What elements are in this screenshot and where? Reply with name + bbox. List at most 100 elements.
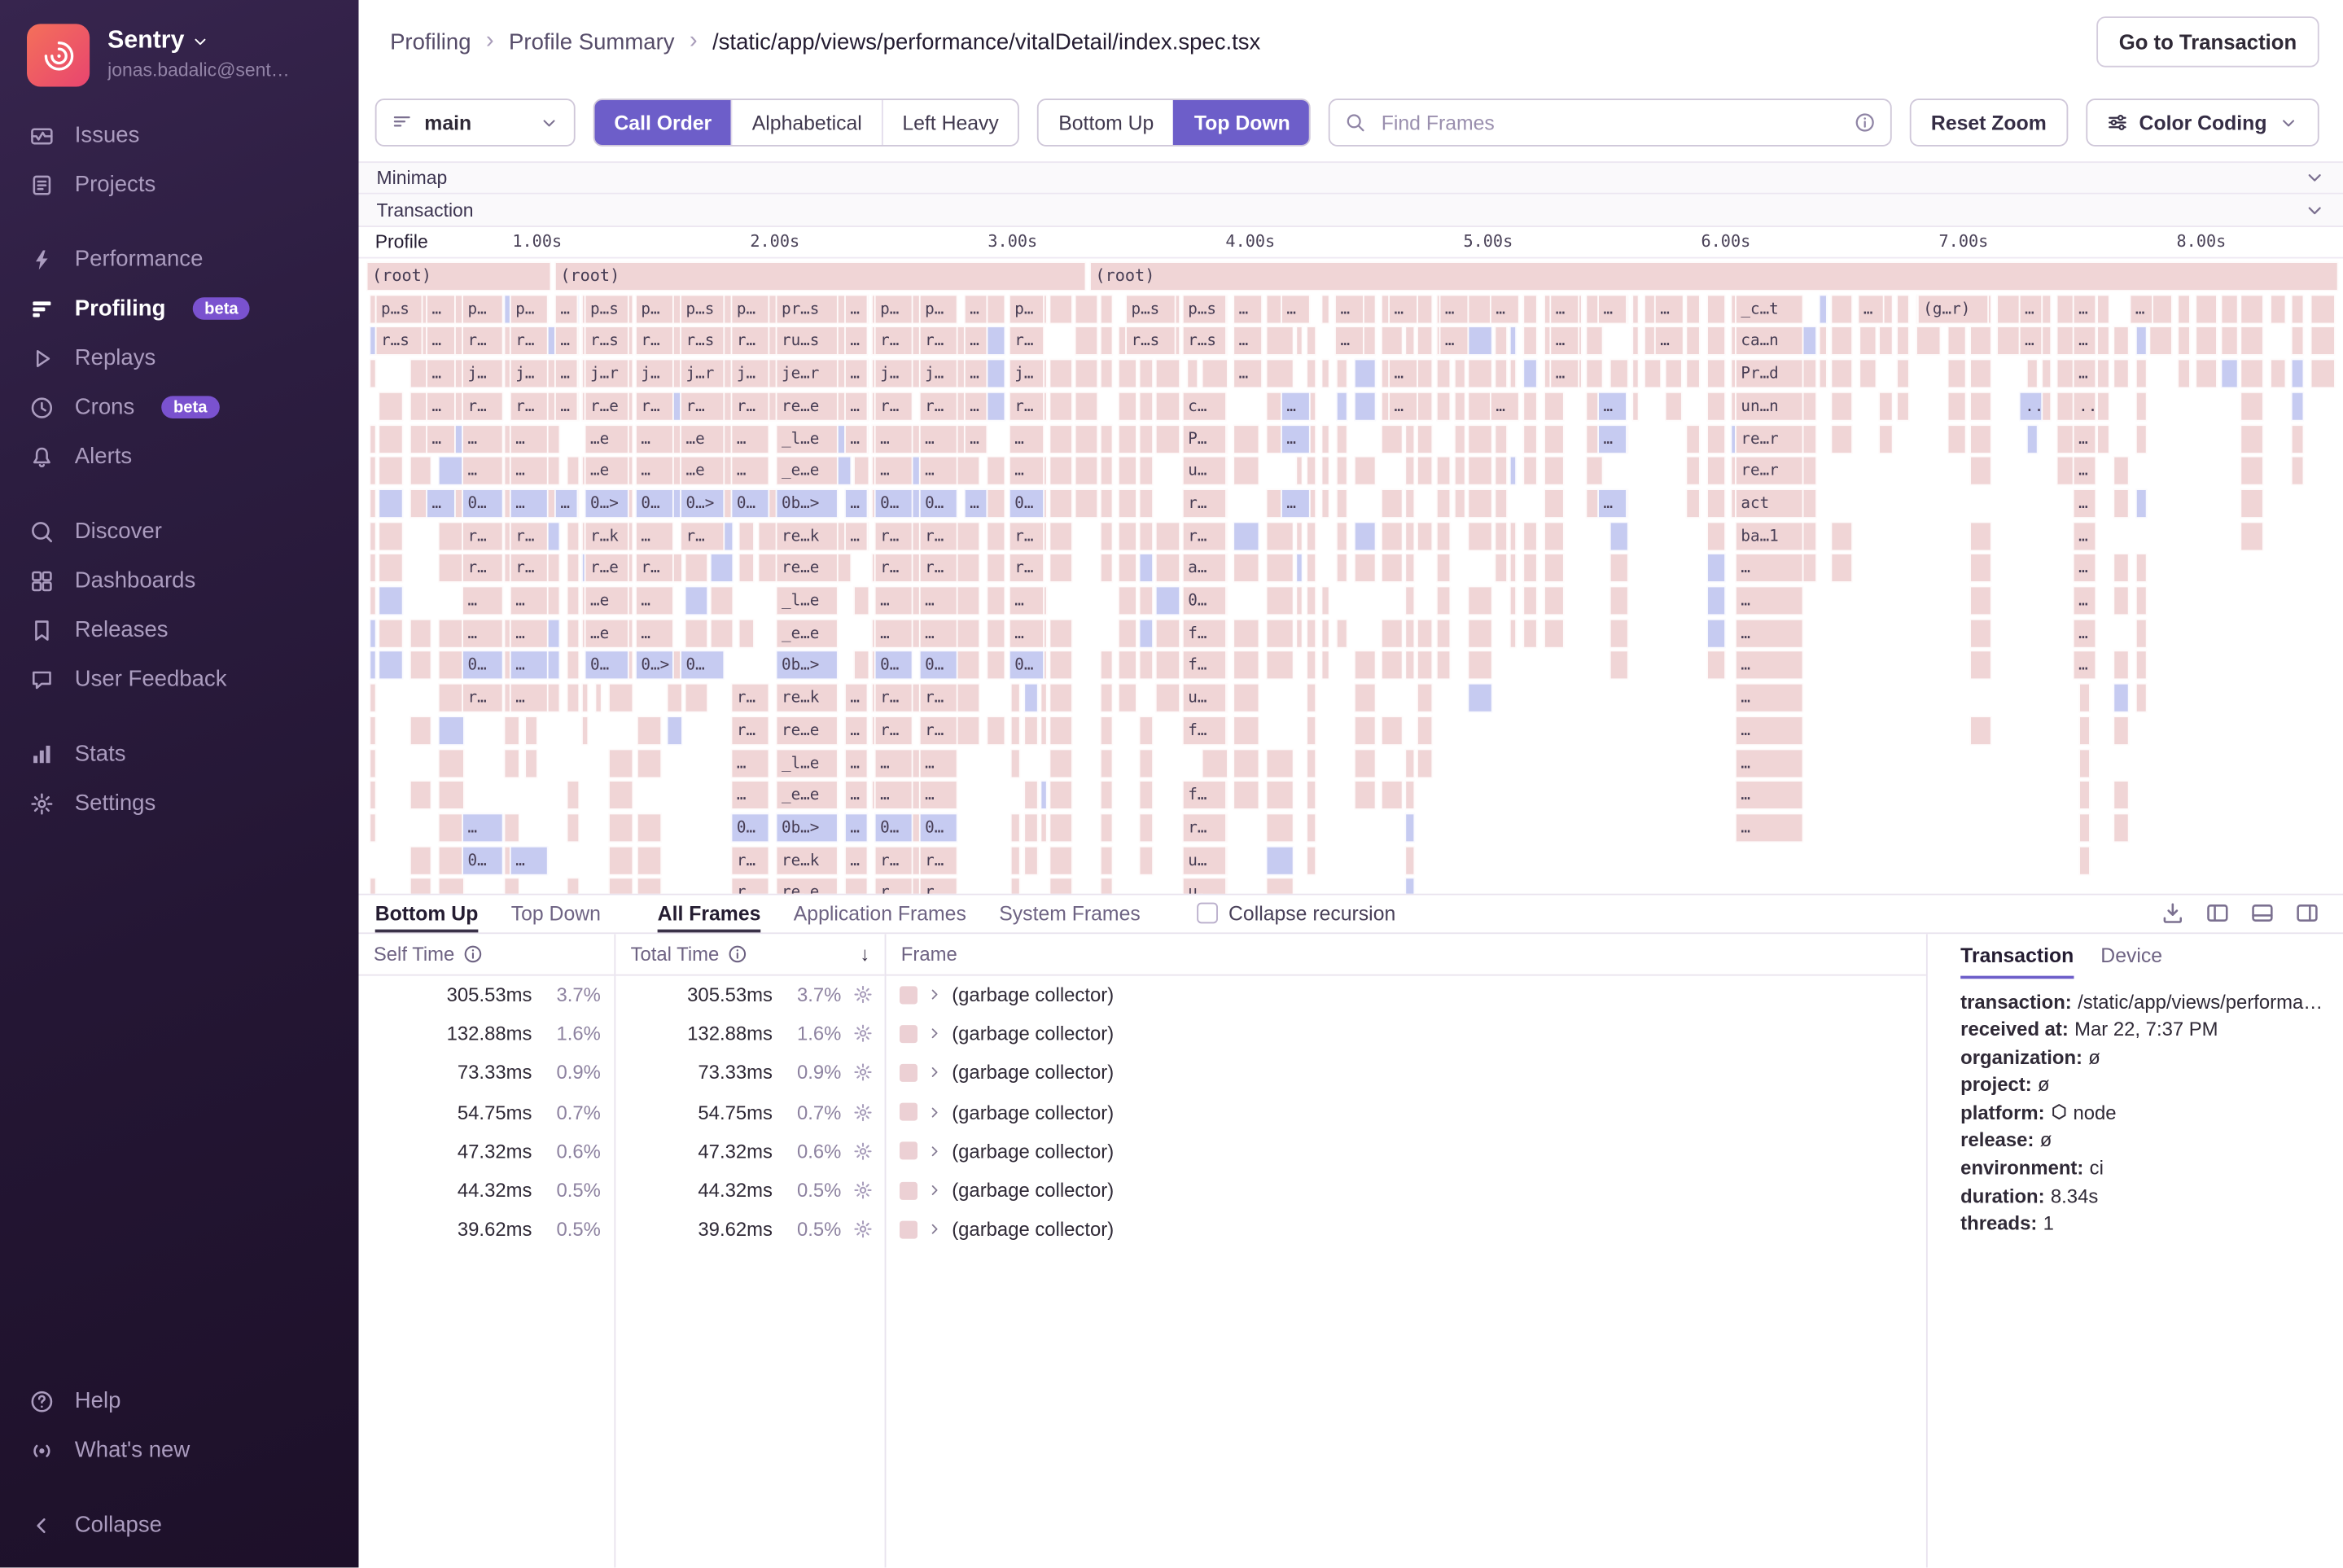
flame-frame[interactable] — [2148, 326, 2172, 357]
flame-frame[interactable]: … — [1597, 488, 1627, 519]
flame-frame[interactable] — [1266, 521, 1294, 551]
flame-frame[interactable] — [409, 618, 432, 648]
table-row-frame[interactable]: (garbage collector) — [886, 1171, 1926, 1210]
flame-frame[interactable]: … — [2073, 294, 2096, 324]
flame-frame[interactable] — [1266, 359, 1294, 389]
flame-frame[interactable] — [1295, 618, 1303, 648]
flame-frame[interactable] — [1467, 650, 1492, 681]
flame-frame[interactable] — [1830, 359, 1853, 389]
flame-frame[interactable]: .. — [2073, 392, 2096, 422]
flame-frame[interactable]: … — [1388, 359, 1418, 389]
flame-frame[interactable] — [1381, 326, 1404, 357]
flame-frame[interactable] — [1609, 359, 1629, 389]
flame-frame[interactable] — [2240, 521, 2263, 551]
flame-frame[interactable] — [2310, 326, 2336, 357]
flame-frame[interactable] — [2078, 748, 2091, 778]
flame-frame[interactable] — [1404, 456, 1415, 486]
flame-frame[interactable] — [1969, 554, 1992, 584]
flame-frame[interactable] — [1023, 683, 1038, 713]
flame-frame[interactable] — [1802, 456, 1817, 486]
flame-frame[interactable] — [667, 683, 683, 713]
flame-frame[interactable] — [1118, 586, 1137, 616]
flame-frame[interactable]: …e — [585, 456, 629, 486]
sidebar-item-settings[interactable]: Settings — [0, 778, 359, 828]
sidebar-item-dashboards[interactable]: Dashboards — [0, 556, 359, 606]
flame-frame[interactable]: … — [844, 423, 868, 453]
flame-frame[interactable] — [1685, 488, 1700, 519]
flame-frame[interactable] — [2240, 488, 2263, 519]
flame-frame[interactable]: 0b…> — [776, 650, 839, 681]
table-row-total-time[interactable]: 47.32ms0.6% — [615, 1132, 884, 1171]
flame-frame[interactable] — [1381, 488, 1404, 519]
flame-frame[interactable] — [2113, 554, 2129, 584]
flame-frame[interactable]: r… — [462, 392, 503, 422]
flame-frame[interactable] — [1266, 326, 1294, 357]
flame-frame[interactable] — [1049, 748, 1073, 778]
flame-frame[interactable]: … — [1009, 423, 1044, 453]
flame-frame[interactable] — [1381, 618, 1404, 648]
flame-frame[interactable]: … — [1490, 294, 1520, 324]
flame-frame[interactable]: r…e — [585, 554, 629, 584]
collapse-recursion-checkbox[interactable]: Collapse recursion — [1197, 902, 1395, 925]
flame-frame[interactable]: r… — [874, 845, 913, 875]
flame-frame[interactable] — [1609, 554, 1629, 584]
flame-frame[interactable] — [2135, 488, 2148, 519]
flame-frame[interactable] — [1417, 521, 1433, 551]
flame-frame[interactable] — [986, 586, 1005, 616]
gear-icon[interactable] — [853, 1220, 873, 1239]
tab-all-frames[interactable]: All Frames — [658, 895, 761, 932]
flame-frame[interactable] — [1295, 554, 1303, 584]
flame-frame[interactable] — [1139, 521, 1154, 551]
flame-frame[interactable] — [1802, 359, 1817, 389]
flame-frame[interactable]: … — [554, 294, 578, 324]
flame-frame[interactable]: act — [1735, 488, 1803, 519]
flame-frame[interactable] — [1100, 456, 1114, 486]
flame-frame[interactable]: … — [919, 780, 958, 810]
flame-frame[interactable] — [1049, 812, 1073, 843]
flame-frame[interactable] — [1859, 326, 1877, 357]
flame-frame[interactable]: f… — [1182, 650, 1227, 681]
flame-frame[interactable] — [1139, 456, 1154, 486]
flame-frame[interactable] — [378, 618, 403, 648]
flame-frame[interactable]: Pr…d — [1735, 359, 1803, 389]
flame-frame[interactable]: … — [919, 456, 958, 486]
flame-frame[interactable] — [1040, 780, 1048, 810]
flame-frame[interactable]: … — [844, 878, 868, 893]
flame-frame[interactable]: … — [874, 748, 913, 778]
flame-frame[interactable]: r… — [635, 392, 674, 422]
flame-frame[interactable] — [2135, 423, 2148, 453]
flame-frame[interactable] — [685, 586, 708, 616]
org-switcher[interactable]: Sentry — [107, 27, 290, 55]
flame-frame[interactable] — [1436, 521, 1451, 551]
flame-frame[interactable]: .. — [2019, 392, 2043, 422]
flame-frame[interactable]: r… — [919, 845, 958, 875]
flame-frame[interactable]: … — [844, 521, 868, 551]
flame-frame[interactable] — [1436, 586, 1451, 616]
table-row-total-time[interactable]: 54.75ms0.7% — [615, 1093, 884, 1132]
flame-frame[interactable] — [1010, 878, 1021, 893]
flame-frame[interactable]: … — [462, 423, 503, 453]
flame-frame[interactable] — [369, 812, 376, 843]
flame-frame[interactable] — [1306, 650, 1316, 681]
flame-frame[interactable] — [2113, 586, 2129, 616]
flame-frame[interactable] — [1969, 521, 1992, 551]
flame-frame[interactable] — [608, 748, 633, 778]
flame-frame[interactable] — [738, 521, 755, 551]
flame-frame[interactable] — [2113, 488, 2129, 519]
flame-frame[interactable] — [2056, 423, 2074, 453]
sort-direction-arrow[interactable]: ↓ — [860, 942, 869, 965]
flame-frame[interactable] — [2135, 326, 2148, 357]
flame-frame[interactable] — [1354, 359, 1377, 389]
flame-frame[interactable]: P… — [1182, 423, 1227, 453]
flame-frame[interactable] — [438, 683, 465, 713]
flame-frame[interactable]: … — [554, 359, 578, 389]
flame-frame[interactable] — [369, 423, 376, 453]
flame-frame[interactable]: r… — [919, 683, 958, 713]
flame-frame[interactable]: 0… — [919, 650, 958, 681]
flame-frame[interactable] — [1802, 326, 1817, 357]
flame-frame[interactable] — [738, 618, 755, 648]
flame-frame[interactable]: 0… — [680, 650, 725, 681]
flame-frame[interactable] — [2135, 359, 2148, 389]
flame-frame[interactable]: … — [844, 326, 868, 357]
flame-frame[interactable]: 0… — [874, 812, 913, 843]
